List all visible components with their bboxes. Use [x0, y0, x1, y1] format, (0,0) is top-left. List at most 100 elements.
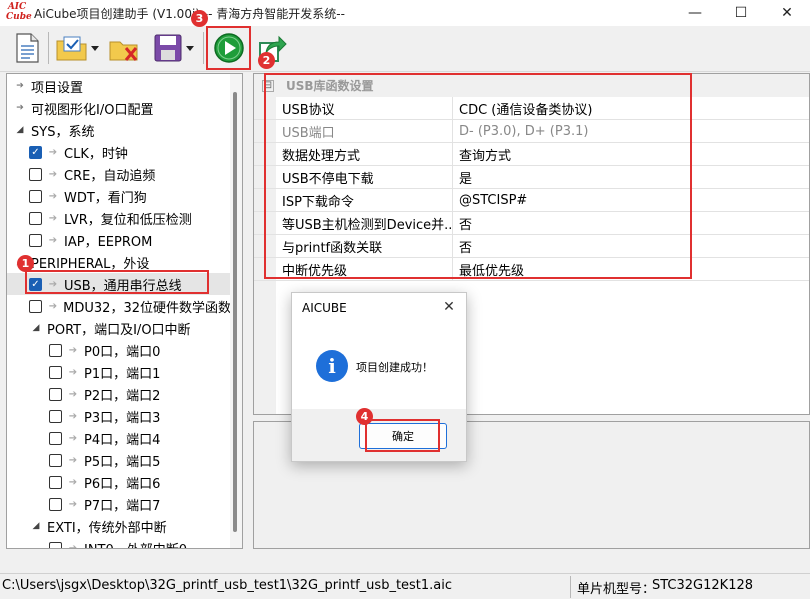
tree-item[interactable]: ➔ P5口，端口5 — [7, 449, 231, 471]
expand-icon[interactable]: ◢ — [13, 125, 27, 135]
status-bar: C:\Users\jsgx\Desktop\32G_printf_usb_tes… — [0, 573, 810, 599]
tree-item[interactable]: ➔ WDT，看门狗 — [7, 185, 231, 207]
tree-item-checkbox[interactable] — [49, 541, 62, 548]
tree-item[interactable]: ➔ P7口，端口7 — [7, 493, 231, 515]
tree-item[interactable]: ➔ P4口，端口4 — [7, 427, 231, 449]
tree-item[interactable]: ➔ 项目设置 — [7, 75, 231, 97]
expand-icon[interactable]: ◢ — [29, 323, 43, 333]
status-divider — [570, 576, 571, 598]
dialog-close-button[interactable]: ✕ — [438, 296, 460, 318]
save-button[interactable] — [148, 31, 198, 65]
tree-item-label: IAP，EEPROM — [64, 234, 153, 250]
tree-item-label: PERIPHERAL，外设 — [31, 256, 150, 272]
expand-icon[interactable]: ◢ — [29, 521, 43, 531]
arrow-right-icon: ➔ — [68, 410, 78, 422]
tree-item-checkbox[interactable] — [49, 387, 62, 401]
tree-item-label: P7口，端口7 — [84, 498, 161, 514]
tree-item[interactable]: ➔ 可视图形化I/O口配置 — [7, 97, 231, 119]
arrow-right-icon: ➔ — [48, 300, 58, 312]
tree-item-checkbox[interactable] — [49, 453, 62, 467]
open-project-icon — [56, 36, 86, 61]
arrow-right-icon: ➔ — [68, 454, 78, 466]
new-document-icon — [16, 33, 39, 63]
arrow-right-icon: ➔ — [68, 432, 78, 444]
dialog-title: AICUBE — [302, 301, 347, 315]
tree-item[interactable]: ✓ ➔ CLK，时钟 — [7, 141, 231, 163]
tree-item-checkbox[interactable] — [29, 167, 42, 181]
arrow-right-icon: ➔ — [68, 388, 78, 400]
tree-item[interactable]: ◢ SYS，系统 — [7, 119, 231, 141]
delete-project-button[interactable] — [107, 31, 143, 65]
minimize-button[interactable]: — — [672, 0, 718, 26]
tree-item[interactable]: ➔ P3口，端口3 — [7, 405, 231, 427]
tree-item[interactable]: ➔ P2口，端口2 — [7, 383, 231, 405]
tree-item[interactable]: ➔ P0口，端口0 — [7, 339, 231, 361]
app-logo: AIC Cube — [6, 2, 32, 22]
tree-item-label: P6口，端口6 — [84, 476, 161, 492]
tree-item[interactable]: ➔ MDU32，32位硬件数学函数 — [7, 295, 231, 317]
chevron-down-icon — [90, 45, 99, 51]
tree-item-label: P3口，端口3 — [84, 410, 161, 426]
tree-item[interactable]: ➔ P6口，端口6 — [7, 471, 231, 493]
tree-item-label: P0口，端口0 — [84, 344, 161, 360]
new-project-button[interactable] — [10, 31, 44, 65]
tree-item[interactable]: ➔ INT0，外部中断0 — [7, 537, 231, 549]
tree-scrollbar-thumb[interactable] — [233, 92, 237, 532]
tree-item-checkbox[interactable] — [49, 497, 62, 511]
tree-item-label: PORT，端口及I/O口中断 — [47, 322, 191, 338]
tree-item[interactable]: ◢ PORT，端口及I/O口中断 — [7, 317, 231, 339]
arrow-right-icon: ➔ — [48, 168, 58, 180]
callout-box-ok-button — [365, 419, 440, 452]
tree-item[interactable]: ➔ CRE，自动追频 — [7, 163, 231, 185]
tree-item-checkbox[interactable]: ✓ — [29, 145, 42, 159]
close-button[interactable]: ✕ — [764, 0, 810, 26]
tree-item-checkbox[interactable] — [49, 475, 62, 489]
open-project-button[interactable] — [54, 31, 100, 65]
tree-item-checkbox[interactable] — [49, 365, 62, 379]
dialog-message: 项目创建成功！ — [356, 361, 433, 374]
tree-item-checkbox[interactable] — [29, 299, 42, 313]
window-title: AiCube项目创建助手 (V1.00i) -- 青海方舟智能开发系统-- — [34, 6, 345, 21]
toolbar-separator — [48, 32, 49, 64]
callout-badge-4: 4 — [356, 408, 373, 425]
tree-item-label: P5口，端口5 — [84, 454, 161, 470]
tree-item-checkbox[interactable] — [49, 343, 62, 357]
arrow-right-icon: ➔ — [48, 190, 58, 202]
tree-item-checkbox[interactable] — [49, 431, 62, 445]
tree-item-label: WDT，看门狗 — [64, 190, 147, 206]
tree-item-label: CLK，时钟 — [64, 146, 128, 162]
tree-item-label: SYS，系统 — [31, 124, 95, 140]
tree-item-checkbox[interactable] — [29, 189, 42, 203]
arrow-right-icon: ➔ — [68, 542, 78, 549]
save-icon — [154, 34, 181, 62]
tree-item-checkbox[interactable] — [29, 211, 42, 225]
tree-item[interactable]: ➔ P1口，端口1 — [7, 361, 231, 383]
tree-item[interactable]: ➔ LVR，复位和低压检测 — [7, 207, 231, 229]
arrow-right-icon: ➔ — [68, 344, 78, 356]
tree-item-label: CRE，自动追频 — [64, 168, 156, 184]
tree-item-checkbox[interactable] — [29, 233, 42, 247]
tree-item-label: P1口，端口1 — [84, 366, 161, 382]
arrow-right-icon: ➔ — [16, 103, 24, 113]
callout-badge-1: 1 — [17, 255, 34, 272]
arrow-right-icon: ➔ — [68, 498, 78, 510]
chevron-down-icon — [185, 45, 194, 51]
tree-item[interactable]: ➔ IAP，EEPROM — [7, 229, 231, 251]
callout-badge-3: 3 — [191, 10, 208, 27]
callout-badge-2: 2 — [258, 52, 275, 69]
tree-scrollbar[interactable] — [230, 74, 242, 548]
tree-item-checkbox[interactable] — [49, 409, 62, 423]
title-bar: AIC Cube AiCube项目创建助手 (V1.00i) -- 青海方舟智能… — [0, 0, 810, 26]
tree-item-label: 项目设置 — [31, 80, 84, 96]
tree-item-label: 可视图形化I/O口配置 — [31, 102, 154, 118]
tree-item[interactable]: ◢ EXTI，传统外部中断 — [7, 515, 231, 537]
project-path: C:\Users\jsgx\Desktop\32G_printf_usb_tes… — [2, 578, 453, 593]
maximize-button[interactable]: ☐ — [718, 0, 764, 26]
arrow-right-icon: ➔ — [48, 234, 58, 246]
feature-tree[interactable]: ➔ 项目设置 ➔ 可视图形化I/O口配置 ◢ SYS，系统 ✓ ➔ CLK，时钟 ➔ CRE，自动追… — [6, 73, 243, 549]
arrow-right-icon: ➔ — [16, 81, 24, 91]
tree-item-label: INT0，外部中断0 — [84, 539, 187, 549]
tree-item-label: P4口，端口4 — [84, 432, 161, 448]
tree-item-label: P2口，端口2 — [84, 388, 161, 404]
toolbar-separator — [203, 32, 204, 64]
